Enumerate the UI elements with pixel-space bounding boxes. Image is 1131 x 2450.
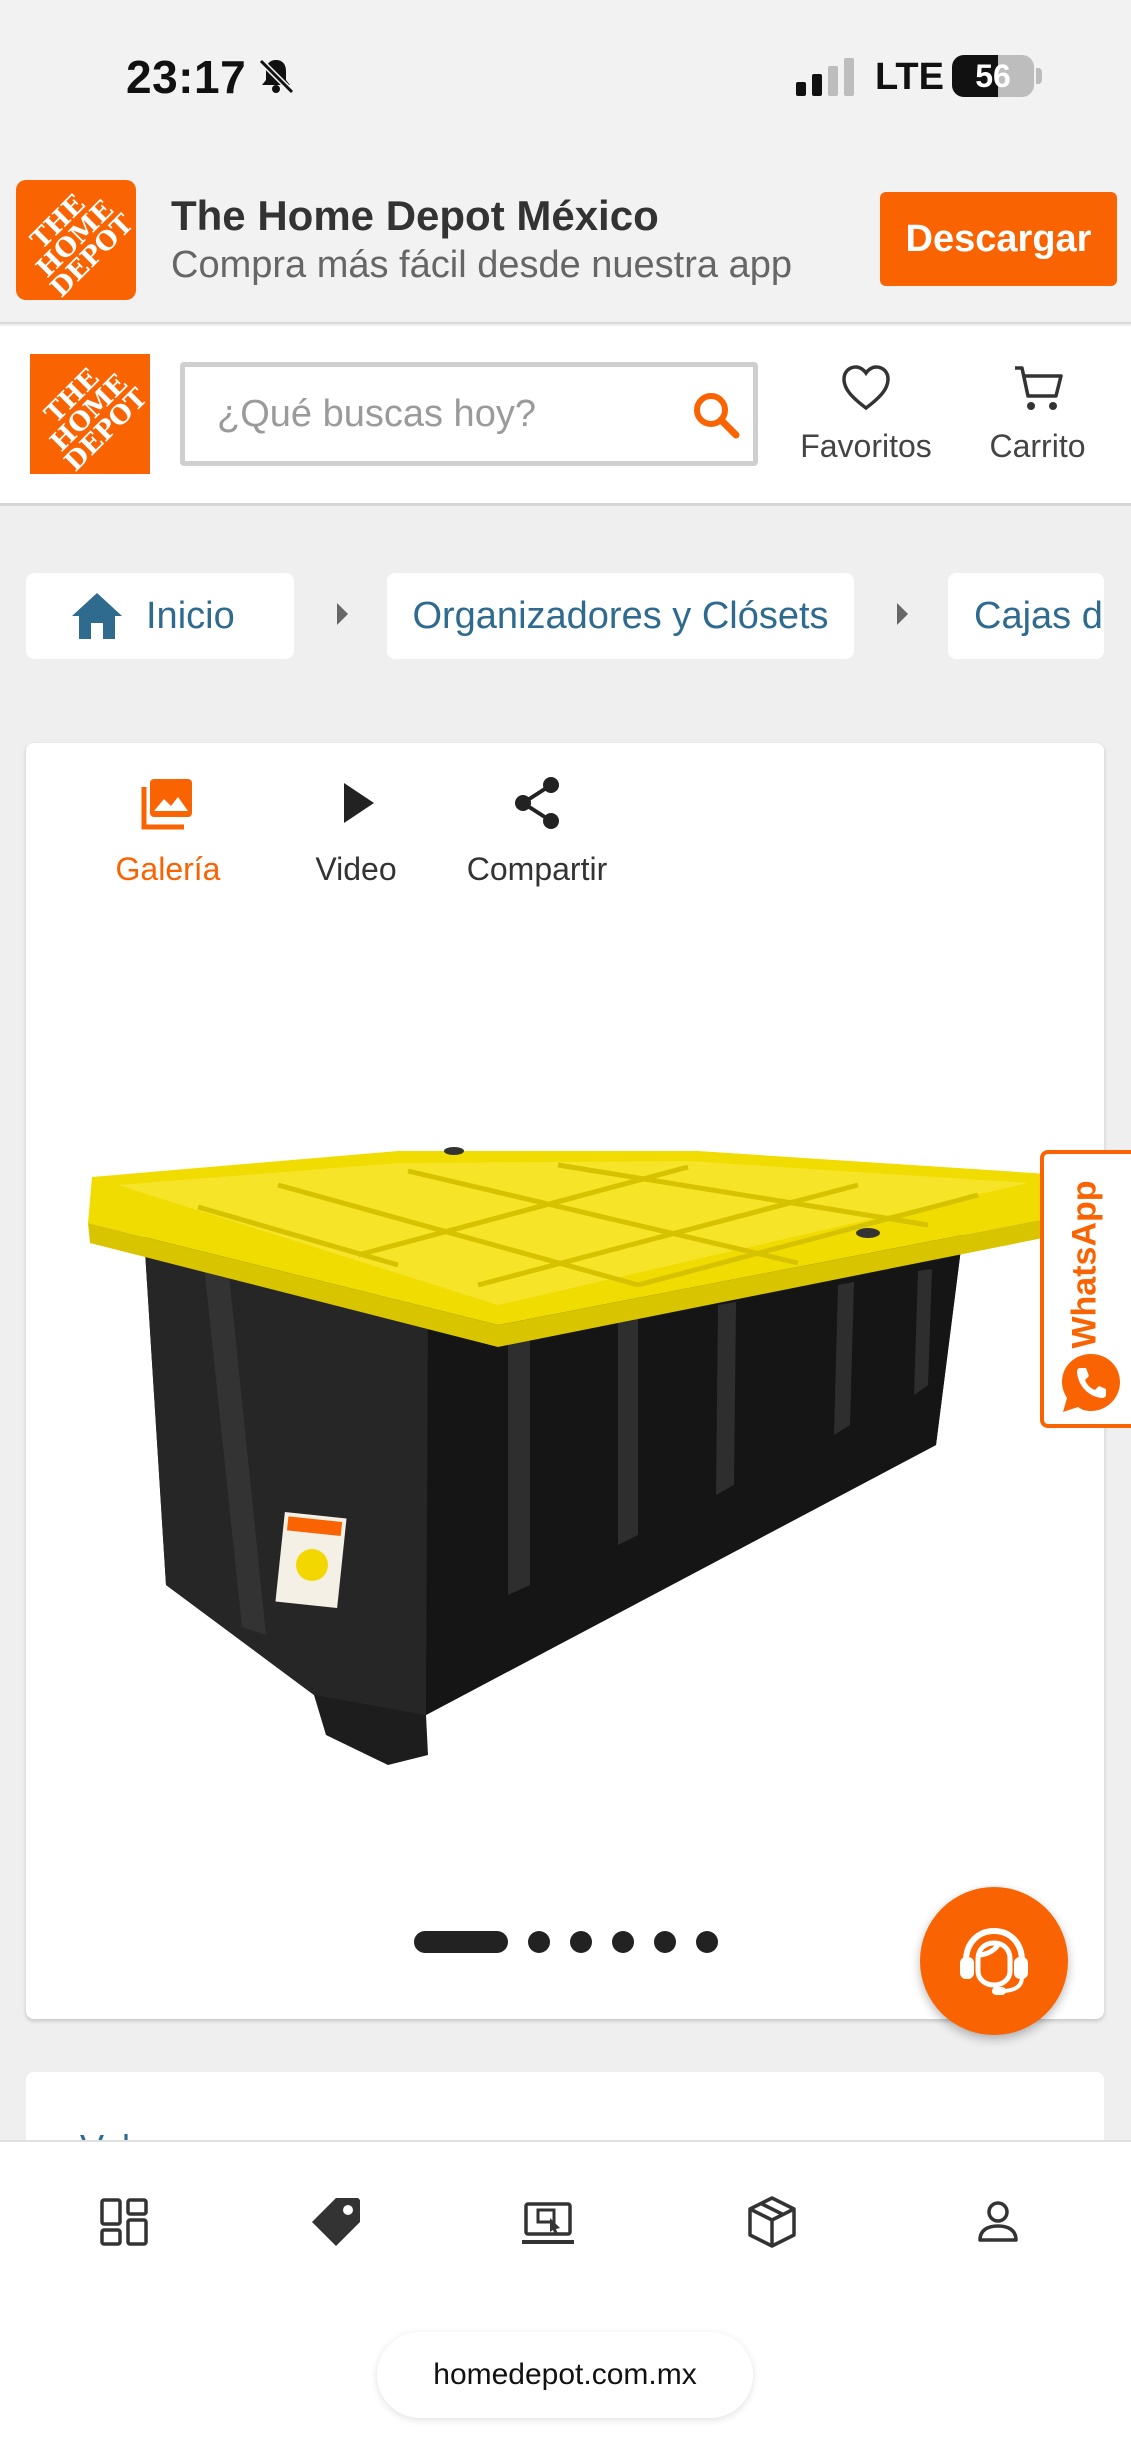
gallery-dot[interactable] bbox=[654, 1931, 676, 1953]
cart-label: Carrito bbox=[989, 428, 1086, 464]
breadcrumb-separator-icon bbox=[897, 603, 908, 625]
play-icon bbox=[344, 783, 374, 823]
phone-chat-icon bbox=[1062, 1354, 1120, 1412]
signal-icon bbox=[796, 58, 854, 96]
site-header: THEHOMEDEPOT Favoritos Carrito bbox=[0, 326, 1131, 506]
share-button[interactable]: Compartir bbox=[432, 775, 642, 888]
breadcrumb-cajas-label: Cajas de bbox=[974, 594, 1104, 637]
gallery-dot[interactable] bbox=[570, 1931, 592, 1953]
nav-categories[interactable] bbox=[92, 2190, 156, 2254]
gallery-tab[interactable]: Galería bbox=[86, 775, 250, 888]
nav-offers[interactable] bbox=[304, 2190, 368, 2254]
gallery-label: Galería bbox=[115, 851, 221, 887]
video-tab[interactable]: Video bbox=[276, 775, 436, 888]
headset-agent-icon bbox=[960, 1927, 1028, 1995]
gallery-dot-active[interactable] bbox=[414, 1931, 508, 1953]
nav-orders[interactable] bbox=[740, 2190, 804, 2254]
product-gallery-card: Galería Video Compartir bbox=[26, 743, 1104, 2019]
breadcrumb-home-label: Inicio bbox=[146, 594, 235, 637]
gallery-dot[interactable] bbox=[696, 1931, 718, 1953]
breadcrumb-separator-icon bbox=[337, 603, 348, 625]
home-depot-logo-home-link[interactable]: THE HOME DEPOT bbox=[30, 354, 154, 478]
breadcrumb-cajas[interactable]: Cajas de bbox=[948, 573, 1104, 659]
bell-slash-icon bbox=[258, 58, 295, 95]
network-label: LTE bbox=[875, 56, 944, 98]
search-icon[interactable] bbox=[690, 389, 742, 441]
tag-icon bbox=[312, 2198, 360, 2246]
support-chat-button[interactable] bbox=[920, 1887, 1068, 2035]
download-app-button[interactable]: Descargar bbox=[880, 192, 1117, 286]
app-download-banner: THE HOME DEPOT The Home Depot México Compr… bbox=[0, 160, 1131, 324]
gallery-dot[interactable] bbox=[612, 1931, 634, 1953]
status-bar: 23:17 LTE 56 bbox=[0, 0, 1131, 160]
heart-icon bbox=[842, 365, 890, 411]
browser-url-bar[interactable]: homedepot.com.mx bbox=[377, 2332, 753, 2418]
cart-button[interactable]: Carrito bbox=[965, 362, 1110, 465]
whatsapp-label-wrap: WhatsApp bbox=[1050, 1174, 1120, 1354]
whatsapp-tab[interactable]: WhatsApp bbox=[1040, 1150, 1131, 1428]
battery-tip bbox=[1036, 68, 1042, 84]
cart-icon bbox=[1014, 366, 1063, 410]
breadcrumb-organizadores-label: Organizadores y Clósets bbox=[412, 594, 829, 637]
user-icon bbox=[978, 2201, 1018, 2242]
breadcrumb-home[interactable]: Inicio bbox=[26, 573, 294, 659]
favorites-button[interactable]: Favoritos bbox=[796, 362, 936, 465]
nav-account[interactable] bbox=[966, 2190, 1030, 2254]
home-depot-logo: THE HOME DEPOT bbox=[16, 180, 140, 304]
search-input[interactable] bbox=[185, 367, 665, 461]
search-box bbox=[180, 362, 758, 466]
banner-title: The Home Depot México bbox=[171, 192, 659, 239]
battery-icon: 56 bbox=[952, 55, 1034, 97]
video-label: Video bbox=[315, 851, 397, 887]
share-label: Compartir bbox=[466, 851, 608, 887]
package-icon bbox=[748, 2196, 796, 2248]
gallery-icon bbox=[141, 779, 192, 830]
breadcrumb: Inicio Organizadores y Clósets Cajas de bbox=[0, 573, 1131, 659]
share-icon bbox=[515, 777, 559, 829]
product-image-storage-tote[interactable] bbox=[78, 1115, 1064, 1775]
favorites-label: Favoritos bbox=[800, 428, 932, 464]
battery-level: 56 bbox=[975, 58, 1011, 94]
store-icon bbox=[522, 2202, 574, 2244]
gallery-dot[interactable] bbox=[528, 1931, 550, 1953]
whatsapp-label: WhatsApp bbox=[1065, 1179, 1104, 1349]
nav-store[interactable] bbox=[516, 2190, 580, 2254]
breadcrumb-organizadores[interactable]: Organizadores y Clósets bbox=[387, 573, 854, 659]
categories-icon bbox=[100, 2198, 148, 2246]
bottom-navigation: homedepot.com.mx bbox=[0, 2140, 1131, 2450]
banner-subtitle: Compra más fácil desde nuestra app bbox=[171, 244, 792, 286]
home-icon bbox=[72, 593, 122, 639]
status-time: 23:17 bbox=[126, 51, 247, 103]
